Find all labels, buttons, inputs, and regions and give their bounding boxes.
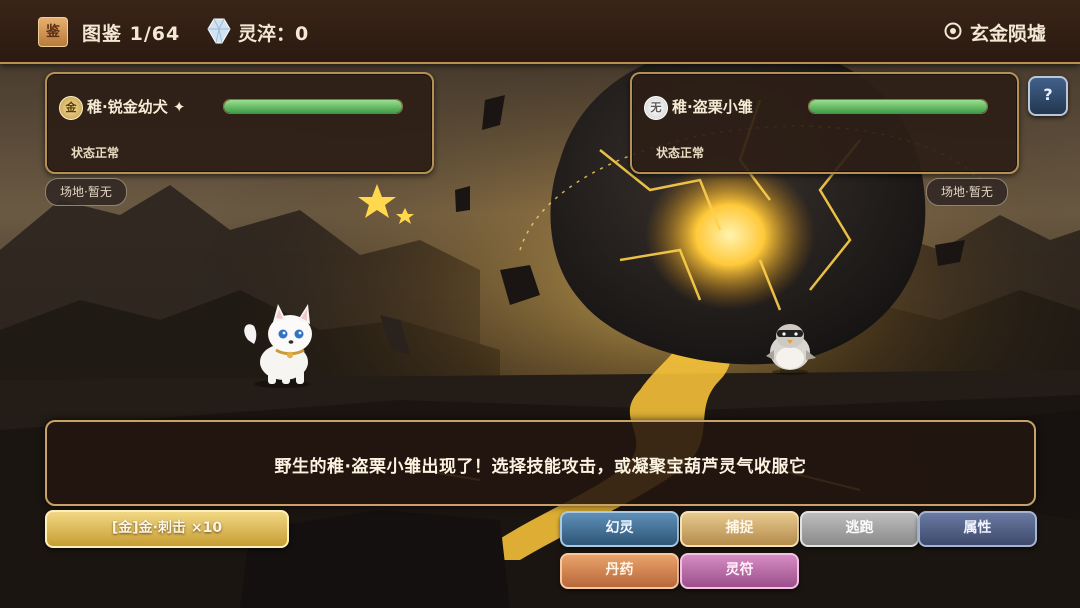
player-field-pill: 场地·暂无	[45, 178, 127, 206]
enemy-hp-fill	[809, 100, 987, 113]
player-monster-name: 稚·锐金幼犬 ✦	[87, 98, 186, 116]
top-bar: 鉴 图鉴 1/64 灵淬：0 玄金陨墟	[0, 0, 1080, 64]
player-status-text: 状态正常	[71, 146, 120, 160]
capture-button[interactable]: 捕捉	[680, 511, 799, 547]
talisman-button[interactable]: 灵符	[680, 553, 799, 589]
enemy-hp-bar	[808, 99, 988, 114]
battle-message-box: 野生的稚·盗栗小雏出现了！选择技能攻击，或凝聚宝葫芦灵气收服它	[45, 420, 1036, 506]
skill-gold-stab-button[interactable]: [金]金·刺击 ×10	[45, 510, 289, 548]
attributes-button[interactable]: 属性	[918, 511, 1037, 547]
flee-button[interactable]: 逃跑	[800, 511, 919, 547]
crystal-icon	[207, 18, 231, 44]
spirit-button[interactable]: 幻灵	[560, 511, 679, 547]
none-element-badge: 无	[644, 96, 668, 120]
location-name: 玄金陨墟	[970, 23, 1047, 45]
player-puppy-sprite	[244, 304, 312, 388]
enemy-chick-sprite	[766, 324, 816, 375]
enemy-status-text: 状态正常	[656, 146, 705, 160]
player-hp-bar	[223, 99, 403, 114]
gold-element-badge: 金	[59, 96, 83, 120]
help-button[interactable]: ?	[1028, 76, 1068, 116]
codex-counter[interactable]: 图鉴 1/64	[82, 19, 180, 46]
enemy-monster-name: 稚·盗栗小雏	[672, 98, 753, 116]
pill-button[interactable]: 丹药	[560, 553, 679, 589]
player-hp-fill	[224, 100, 402, 113]
player-status-panel: 金 稚·锐金幼犬 ✦ 状态正常	[45, 72, 434, 174]
battle-message-text: 野生的稚·盗栗小雏出现了！选择技能攻击，或凝聚宝葫芦灵气收服它	[274, 457, 807, 477]
essence-counter: 灵淬：0	[238, 23, 309, 45]
enemy-field-pill: 场地·暂无	[926, 178, 1008, 206]
codex-icon[interactable]: 鉴	[38, 17, 68, 47]
enemy-status-panel: 无 稚·盗栗小雏 状态正常	[630, 72, 1019, 174]
location-target-icon	[944, 22, 962, 40]
